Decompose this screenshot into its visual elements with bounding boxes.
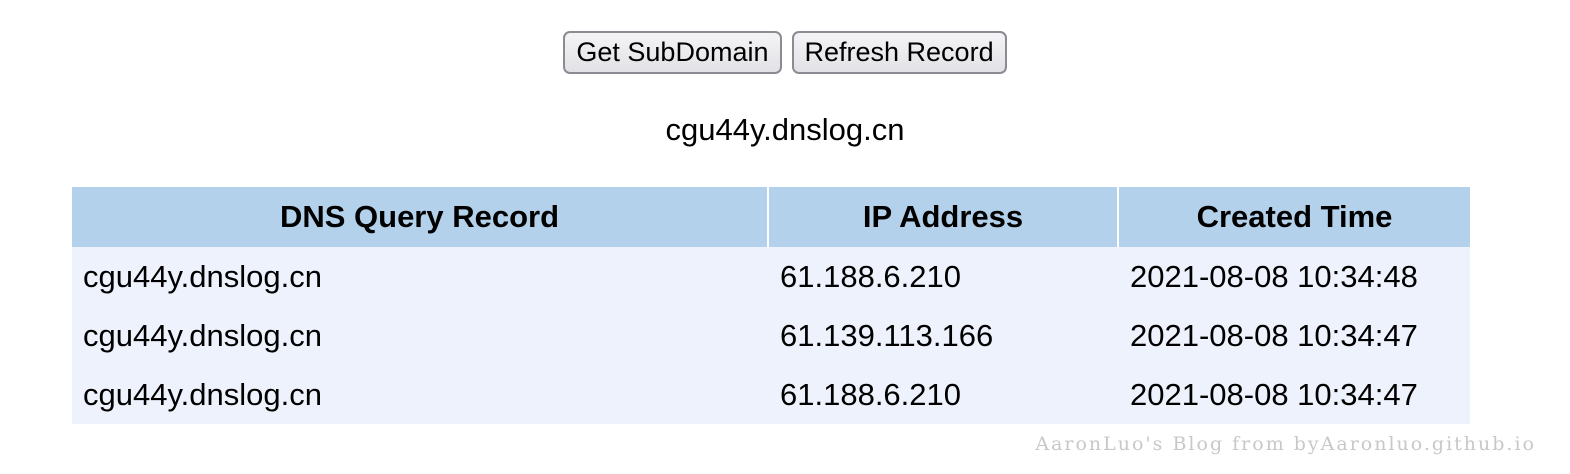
ip-address-cell: 61.188.6.210 xyxy=(780,258,962,294)
table-row: cgu44y.dnslog.cn 61.139.113.166 2021-08-… xyxy=(72,306,1470,365)
dns-query-record-cell: cgu44y.dnslog.cn xyxy=(83,376,322,412)
table-row: cgu44y.dnslog.cn 61.188.6.210 2021-08-08… xyxy=(72,365,1470,424)
created-time-cell: 2021-08-08 10:34:47 xyxy=(1130,376,1418,412)
toolbar: Get SubDomain Refresh Record xyxy=(0,31,1570,74)
dns-records-table: DNS Query Record IP Address Created Time… xyxy=(72,185,1470,424)
table-header-row: DNS Query Record IP Address Created Time xyxy=(72,185,1470,247)
created-time-cell: 2021-08-08 10:34:48 xyxy=(1130,258,1418,294)
refresh-record-button[interactable]: Refresh Record xyxy=(791,31,1007,74)
blog-watermark: AaronLuo's Blog from byAaronluo.github.i… xyxy=(1035,433,1536,455)
dnslog-page: Get SubDomain Refresh Record cgu44y.dnsl… xyxy=(0,0,1570,474)
ip-address-cell: 61.139.113.166 xyxy=(780,317,994,353)
column-header-ip-address: IP Address xyxy=(769,185,1119,247)
get-subdomain-button[interactable]: Get SubDomain xyxy=(563,31,782,74)
column-header-dns-query-record: DNS Query Record xyxy=(72,185,769,247)
dns-query-record-cell: cgu44y.dnslog.cn xyxy=(83,317,322,353)
dns-query-record-cell: cgu44y.dnslog.cn xyxy=(83,258,322,294)
table-row: cgu44y.dnslog.cn 61.188.6.210 2021-08-08… xyxy=(72,247,1470,306)
column-header-created-time: Created Time xyxy=(1119,185,1470,247)
created-time-cell: 2021-08-08 10:34:47 xyxy=(1130,317,1418,353)
subdomain-display: cgu44y.dnslog.cn xyxy=(665,112,905,147)
ip-address-cell: 61.188.6.210 xyxy=(780,376,962,412)
